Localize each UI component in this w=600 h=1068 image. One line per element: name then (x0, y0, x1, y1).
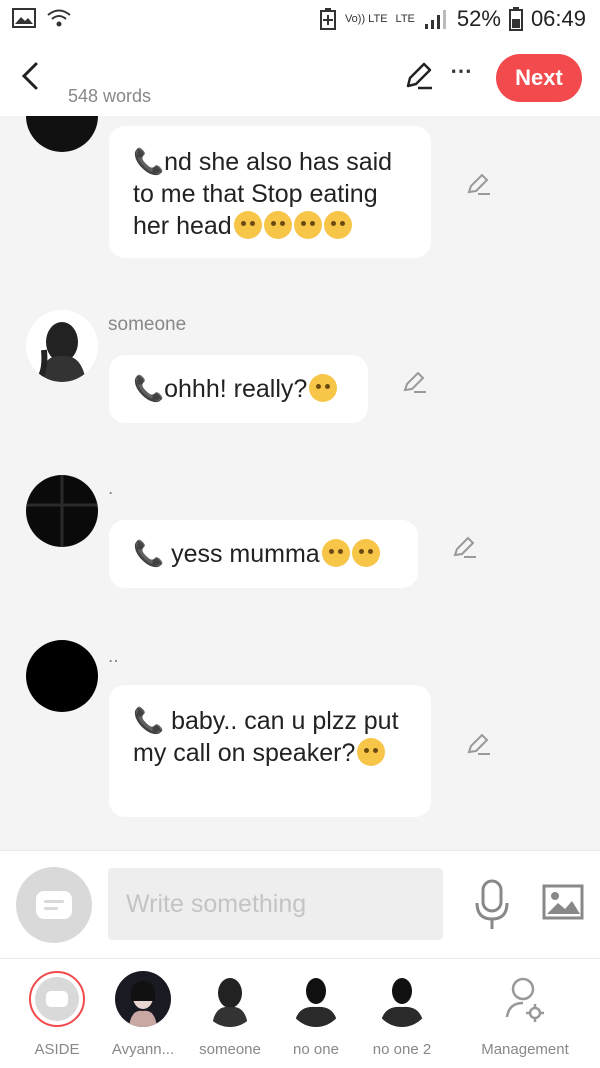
edit-message-icon[interactable] (464, 730, 492, 758)
edit-message-icon[interactable] (400, 368, 428, 396)
aside-icon (36, 891, 72, 919)
avatar (26, 640, 98, 712)
emoji-icon (357, 738, 386, 766)
sender-name: someone (108, 314, 187, 335)
tab-avyann[interactable]: Avyann... (98, 971, 188, 1058)
sender-name: .. (108, 646, 119, 667)
wifi-icon (47, 9, 71, 27)
edit-message-icon[interactable] (450, 533, 478, 561)
avatar (26, 310, 98, 382)
avatar (26, 475, 98, 547)
tab-management[interactable]: Management (470, 971, 580, 1058)
tab-no-one[interactable]: no one (271, 971, 361, 1058)
battery-percent: 52% (456, 6, 501, 31)
mic-icon[interactable] (474, 879, 510, 931)
sender-name: . (108, 478, 114, 499)
tab-label: no one 2 (372, 1041, 432, 1058)
message-text: 📞nd she also has said to me that Stop ea… (133, 148, 393, 240)
emoji-icon (351, 539, 380, 567)
network-indicator: LTE (395, 12, 415, 25)
back-icon[interactable] (14, 58, 44, 94)
tab-someone[interactable]: someone (185, 971, 275, 1058)
aside-avatar (29, 971, 85, 1027)
aside-toggle-button[interactable] (16, 867, 92, 943)
word-count: 548 words (68, 86, 152, 106)
tab-label: Avyann... (111, 1041, 175, 1058)
tab-aside[interactable]: ASIDE (12, 971, 102, 1058)
emoji-icon (233, 211, 262, 239)
tab-label: ASIDE (34, 1041, 80, 1058)
tab-label: Management (481, 1041, 569, 1058)
emoji-icon (309, 374, 338, 402)
top-app-bar: 548 words ⋯ Next (0, 44, 600, 116)
emoji-icon (263, 211, 292, 239)
composer (0, 850, 600, 959)
more-icon[interactable]: ⋯ (450, 58, 473, 84)
battery-icon (508, 7, 523, 31)
message-bubble[interactable]: 📞 baby.. can u plzz put my call on speak… (109, 685, 431, 817)
emoji-icon (293, 211, 322, 239)
emoji-icon (321, 539, 350, 567)
avatar (374, 971, 430, 1027)
chat-area[interactable]: 📞nd she also has said to me that Stop ea… (0, 116, 600, 850)
pencil-icon[interactable] (402, 60, 434, 92)
volte-indicator: Vo)) LTE (344, 12, 388, 25)
avatar (26, 116, 98, 152)
tab-label: someone (199, 1041, 261, 1058)
battery-saver-icon (319, 8, 336, 30)
clock: 06:49 (530, 6, 586, 31)
image-icon[interactable] (542, 884, 584, 920)
message-input[interactable] (108, 868, 443, 940)
next-button[interactable]: Next (496, 54, 582, 102)
avatar (288, 971, 344, 1027)
status-bar: Vo)) LTE LTE 52% 06:49 (0, 0, 600, 44)
avatar (115, 971, 171, 1027)
character-bar: ASIDE Avyann... someone no one no one 2 … (0, 958, 600, 1068)
tab-no-one-2[interactable]: no one 2 (357, 971, 447, 1058)
tab-label: no one (293, 1041, 339, 1058)
message-bubble[interactable]: 📞 yess mumma (109, 520, 418, 588)
edit-message-icon[interactable] (464, 170, 492, 198)
emoji-icon (323, 211, 352, 239)
message-text: 📞ohhh! really? (133, 375, 308, 403)
avatar (202, 971, 258, 1027)
settings-person-icon (497, 971, 553, 1027)
gallery-icon (12, 8, 36, 28)
message-text: 📞 yess mumma (133, 540, 320, 568)
signal-icon (424, 10, 446, 29)
message-bubble[interactable]: 📞ohhh! really? (109, 355, 368, 423)
message-bubble[interactable]: 📞nd she also has said to me that Stop ea… (109, 126, 431, 258)
